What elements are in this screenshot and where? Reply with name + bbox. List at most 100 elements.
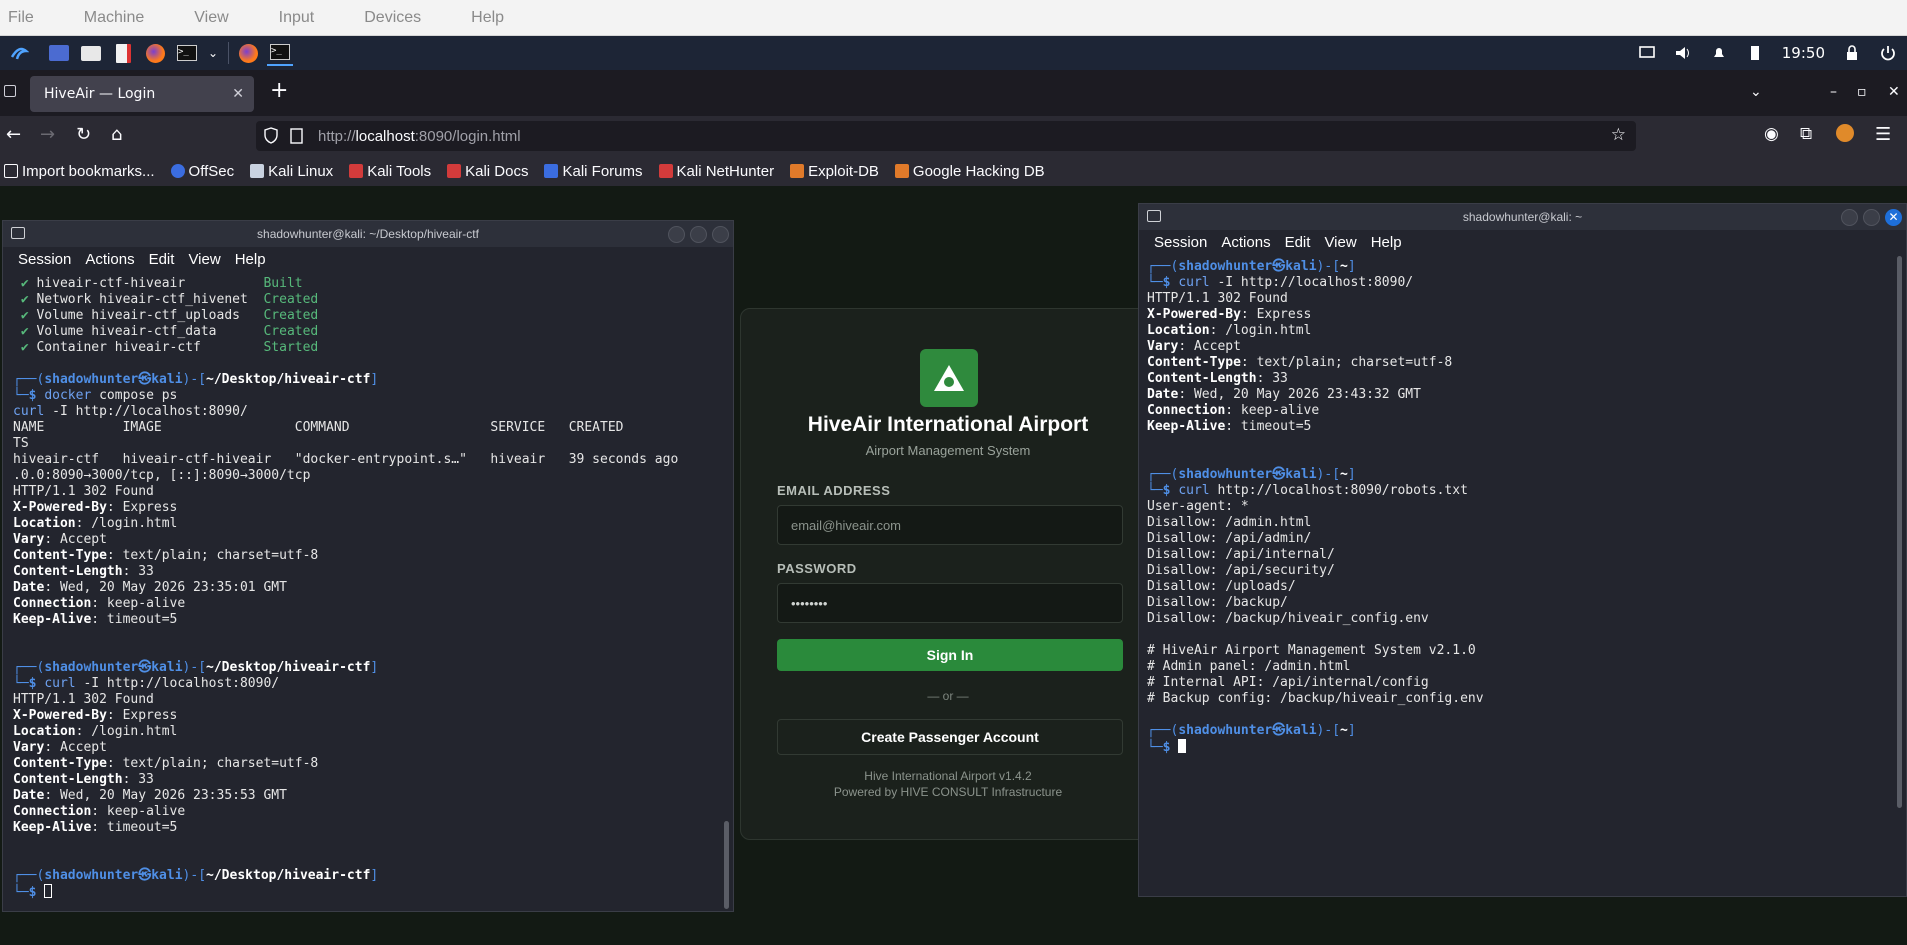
display-icon[interactable] bbox=[1638, 44, 1656, 62]
file-manager-icon[interactable] bbox=[78, 40, 104, 66]
browser-tabbar: HiveAir — Login ✕ + ⌄ – ▫ ✕ bbox=[0, 70, 1907, 116]
bookmark-kali-forums[interactable]: Kali Forums bbox=[544, 162, 643, 180]
vm-menu-input[interactable]: Input bbox=[279, 9, 315, 27]
menu-edit[interactable]: Edit bbox=[149, 251, 175, 268]
volume-icon[interactable] bbox=[1674, 44, 1692, 62]
foxyproxy-icon[interactable] bbox=[1836, 124, 1854, 142]
terminal-titlebar[interactable]: shadowhunter@kali: ~ ✕ bbox=[1139, 204, 1906, 230]
bookmark-ghdb[interactable]: Google Hacking DB bbox=[894, 163, 1045, 180]
url-prefix: http:// bbox=[318, 127, 356, 145]
vm-menubar: File Machine View Input Devices Help bbox=[0, 0, 1907, 36]
create-account-button[interactable]: Create Passenger Account bbox=[777, 719, 1123, 755]
firefox-icon[interactable] bbox=[142, 40, 168, 66]
home-icon[interactable]: ⌂ bbox=[111, 124, 122, 145]
password-field[interactable]: •••••••• bbox=[777, 583, 1123, 623]
close-window-icon[interactable]: ✕ bbox=[1888, 84, 1900, 100]
power-icon[interactable] bbox=[1879, 44, 1897, 62]
minimize-button[interactable] bbox=[1841, 209, 1858, 226]
close-tab-icon[interactable]: ✕ bbox=[232, 86, 244, 102]
maximize-button[interactable] bbox=[690, 226, 707, 243]
terminal-right[interactable]: shadowhunter@kali: ~ ✕ Session Actions E… bbox=[1138, 203, 1907, 897]
airport-logo-icon bbox=[920, 349, 978, 407]
tab-overflow-chevron-icon[interactable]: ⌄ bbox=[1750, 84, 1762, 100]
panel-clock[interactable]: 19:50 bbox=[1782, 44, 1825, 62]
bookmark-exploit-db[interactable]: Exploit-DB bbox=[790, 163, 879, 180]
email-field[interactable]: email@hiveair.com bbox=[777, 505, 1123, 545]
hamburger-menu-icon[interactable]: ☰ bbox=[1875, 124, 1891, 145]
sign-in-button[interactable]: Sign In bbox=[777, 639, 1123, 671]
vm-menu-machine[interactable]: Machine bbox=[84, 9, 144, 27]
notification-bell-icon[interactable] bbox=[1710, 44, 1728, 62]
bookmark-label: Kali Forums bbox=[562, 162, 643, 180]
page-info-icon[interactable] bbox=[290, 128, 304, 144]
desktop-icon[interactable] bbox=[46, 40, 72, 66]
or-divider: — or — bbox=[927, 689, 969, 703]
bookmark-label: Import bookmarks... bbox=[22, 162, 155, 180]
footer-version: Hive International Airport v1.4.2 bbox=[864, 769, 1032, 783]
minimize-icon[interactable]: – bbox=[1830, 84, 1837, 100]
minimize-button[interactable] bbox=[668, 226, 685, 243]
reload-icon[interactable]: ↻ bbox=[76, 124, 91, 145]
account-icon[interactable]: ◉ bbox=[1764, 124, 1779, 144]
kali-docs-icon bbox=[447, 164, 462, 178]
close-button[interactable] bbox=[712, 226, 729, 243]
shield-icon[interactable] bbox=[264, 127, 278, 144]
terminal-task-icon[interactable]: >_ bbox=[267, 40, 293, 66]
menu-help[interactable]: Help bbox=[235, 251, 266, 268]
back-arrow-icon[interactable]: ← bbox=[6, 124, 21, 145]
bookmarks-toolbar: Import bookmarks... OffSec Kali Linux Ka… bbox=[0, 156, 1907, 186]
url-bar[interactable]: http://localhost:8090/login.html ☆ bbox=[256, 121, 1636, 151]
vm-menu-view[interactable]: View bbox=[194, 9, 228, 27]
url-rest: :8090/login.html bbox=[414, 127, 521, 145]
bookmark-label: Exploit-DB bbox=[808, 162, 879, 180]
tab-list-icon[interactable] bbox=[4, 85, 16, 97]
bookmark-star-icon[interactable]: ☆ bbox=[1611, 125, 1626, 145]
kali-tools-icon bbox=[349, 164, 364, 178]
menu-actions[interactable]: Actions bbox=[1221, 234, 1270, 251]
terminal-icon[interactable]: >_ bbox=[174, 40, 200, 66]
exploit-db-icon bbox=[790, 164, 805, 178]
chevron-down-icon[interactable]: ⌄ bbox=[206, 40, 220, 66]
tab-hiveair-login[interactable]: HiveAir — Login ✕ bbox=[30, 76, 254, 112]
close-button[interactable]: ✕ bbox=[1885, 209, 1902, 226]
menu-view[interactable]: View bbox=[1324, 234, 1356, 251]
battery-icon[interactable] bbox=[1746, 44, 1764, 62]
terminal-menubar: Session Actions Edit View Help bbox=[1139, 230, 1906, 254]
tab-title: HiveAir — Login bbox=[44, 86, 156, 102]
menu-edit[interactable]: Edit bbox=[1285, 234, 1311, 251]
vm-menu-file[interactable]: File bbox=[8, 9, 34, 27]
bookmark-kali-linux[interactable]: Kali Linux bbox=[250, 163, 333, 180]
bookmark-kali-docs[interactable]: Kali Docs bbox=[447, 163, 528, 180]
extensions-icon[interactable]: ⧉ bbox=[1800, 124, 1812, 144]
terminal-titlebar[interactable]: shadowhunter@kali: ~/Desktop/hiveair-ctf bbox=[3, 221, 733, 247]
kali-menu-icon[interactable] bbox=[6, 40, 32, 66]
vm-menu-help[interactable]: Help bbox=[471, 9, 504, 27]
bookmark-label: Kali Docs bbox=[465, 162, 529, 180]
forward-arrow-icon[interactable]: → bbox=[40, 124, 55, 145]
menu-actions[interactable]: Actions bbox=[85, 251, 134, 268]
vm-menu-devices[interactable]: Devices bbox=[364, 9, 421, 27]
firefox-task-icon[interactable] bbox=[235, 40, 261, 66]
terminal-scrollbar[interactable] bbox=[724, 821, 729, 909]
lock-icon[interactable] bbox=[1843, 44, 1861, 62]
email-label: EMAIL ADDRESS bbox=[777, 483, 891, 498]
bookmark-kali-nethunter[interactable]: Kali NetHunter bbox=[658, 163, 774, 180]
terminal-window-icon bbox=[11, 227, 25, 239]
new-tab-icon[interactable]: + bbox=[270, 78, 288, 103]
bookmark-label: Kali Tools bbox=[367, 162, 432, 180]
bookmark-import[interactable]: Import bookmarks... bbox=[4, 163, 155, 180]
menu-help[interactable]: Help bbox=[1371, 234, 1402, 251]
bookmark-offsec[interactable]: OffSec bbox=[170, 163, 234, 180]
bookmark-kali-tools[interactable]: Kali Tools bbox=[349, 163, 431, 180]
menu-view[interactable]: View bbox=[188, 251, 220, 268]
terminal-left[interactable]: shadowhunter@kali: ~/Desktop/hiveair-ctf… bbox=[2, 220, 734, 912]
kali-dragon-icon bbox=[250, 164, 265, 178]
text-editor-icon[interactable] bbox=[110, 40, 136, 66]
terminal-scrollbar[interactable] bbox=[1897, 256, 1902, 808]
bookmark-label: Kali Linux bbox=[268, 162, 334, 180]
menu-session[interactable]: Session bbox=[1154, 234, 1207, 251]
maximize-button[interactable] bbox=[1863, 209, 1880, 226]
login-subtitle: Airport Management System bbox=[865, 443, 1031, 458]
menu-session[interactable]: Session bbox=[18, 251, 71, 268]
maximize-icon[interactable]: ▫ bbox=[1857, 84, 1867, 100]
